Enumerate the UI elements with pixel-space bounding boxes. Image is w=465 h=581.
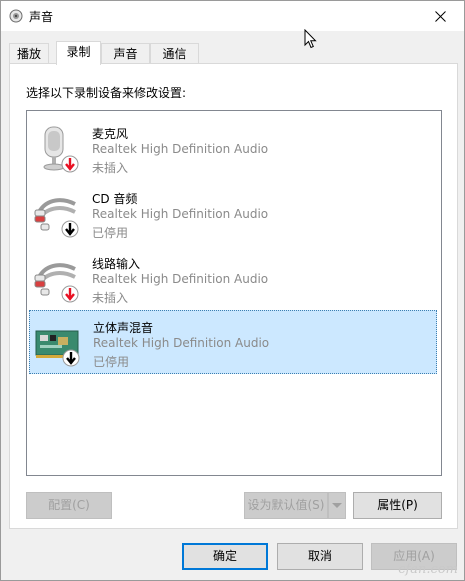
device-name: 线路输入 bbox=[92, 257, 141, 271]
tab-communications[interactable]: 通信 bbox=[150, 43, 199, 64]
device-name: 麦克风 bbox=[92, 127, 129, 141]
device-driver: Realtek High Definition Audio bbox=[92, 142, 269, 156]
device-driver: Realtek High Definition Audio bbox=[92, 272, 269, 286]
chevron-down-icon bbox=[332, 503, 342, 508]
mouse-cursor-icon bbox=[304, 29, 317, 49]
device-list[interactable]: 麦克风 Realtek High Definition Audio 未插入 CD… bbox=[26, 110, 442, 476]
instruction-label: 选择以下录制设备来修改设置: bbox=[26, 86, 187, 100]
list-item-stereo-mix[interactable]: 立体声混音 Realtek High Definition Audio 已停用 bbox=[29, 310, 437, 374]
title-bar[interactable]: 声音 bbox=[1, 1, 464, 31]
device-name: 立体声混音 bbox=[93, 321, 154, 335]
set-default-dropdown[interactable] bbox=[328, 492, 346, 519]
red-down-arrow-icon bbox=[61, 155, 79, 173]
cd-audio-cable-icon bbox=[34, 198, 79, 238]
microphone-icon bbox=[43, 126, 79, 173]
device-driver: Realtek High Definition Audio bbox=[93, 336, 270, 350]
ok-button[interactable]: 确定 bbox=[182, 543, 268, 570]
tab-sounds[interactable]: 声音 bbox=[101, 43, 150, 64]
cancel-button[interactable]: 取消 bbox=[277, 543, 363, 570]
line-in-cable-icon bbox=[34, 263, 79, 303]
device-name: CD 音频 bbox=[92, 192, 138, 206]
tab-playback[interactable]: 播放 bbox=[9, 43, 49, 64]
list-item-cd-audio[interactable]: CD 音频 Realtek High Definition Audio 已停用 bbox=[29, 182, 437, 245]
sound-dialog: 声音 播放 录制 声音 通信 选择以下录制设备来修改设置: 麦克风 Realte… bbox=[0, 0, 465, 581]
device-driver: Realtek High Definition Audio bbox=[92, 207, 269, 221]
speaker-icon bbox=[9, 9, 23, 23]
properties-button[interactable]: 属性(P) bbox=[353, 492, 442, 519]
tab-recording[interactable]: 录制 bbox=[56, 41, 101, 65]
list-item-line-in[interactable]: 线路输入 Realtek High Definition Audio 未插入 bbox=[29, 247, 437, 310]
close-icon bbox=[434, 10, 446, 22]
configure-button[interactable]: 配置(C) bbox=[26, 492, 112, 519]
list-item-microphone[interactable]: 麦克风 Realtek High Definition Audio 未插入 bbox=[29, 117, 437, 180]
device-status: 已停用 bbox=[93, 355, 130, 369]
close-button[interactable] bbox=[420, 1, 460, 31]
recording-panel: 选择以下录制设备来修改设置: 麦克风 Realtek High Definiti… bbox=[9, 63, 458, 529]
sound-card-icon bbox=[35, 330, 80, 367]
device-status: 未插入 bbox=[92, 291, 129, 305]
black-down-arrow-icon bbox=[61, 220, 79, 238]
red-down-arrow-icon bbox=[61, 285, 79, 303]
device-status: 未插入 bbox=[92, 161, 129, 175]
window-title: 声音 bbox=[29, 10, 54, 24]
device-status: 已停用 bbox=[92, 226, 129, 240]
watermark: cfan.com bbox=[398, 562, 458, 577]
black-down-arrow-icon bbox=[62, 349, 80, 367]
set-default-button[interactable]: 设为默认值(S) bbox=[244, 492, 328, 519]
